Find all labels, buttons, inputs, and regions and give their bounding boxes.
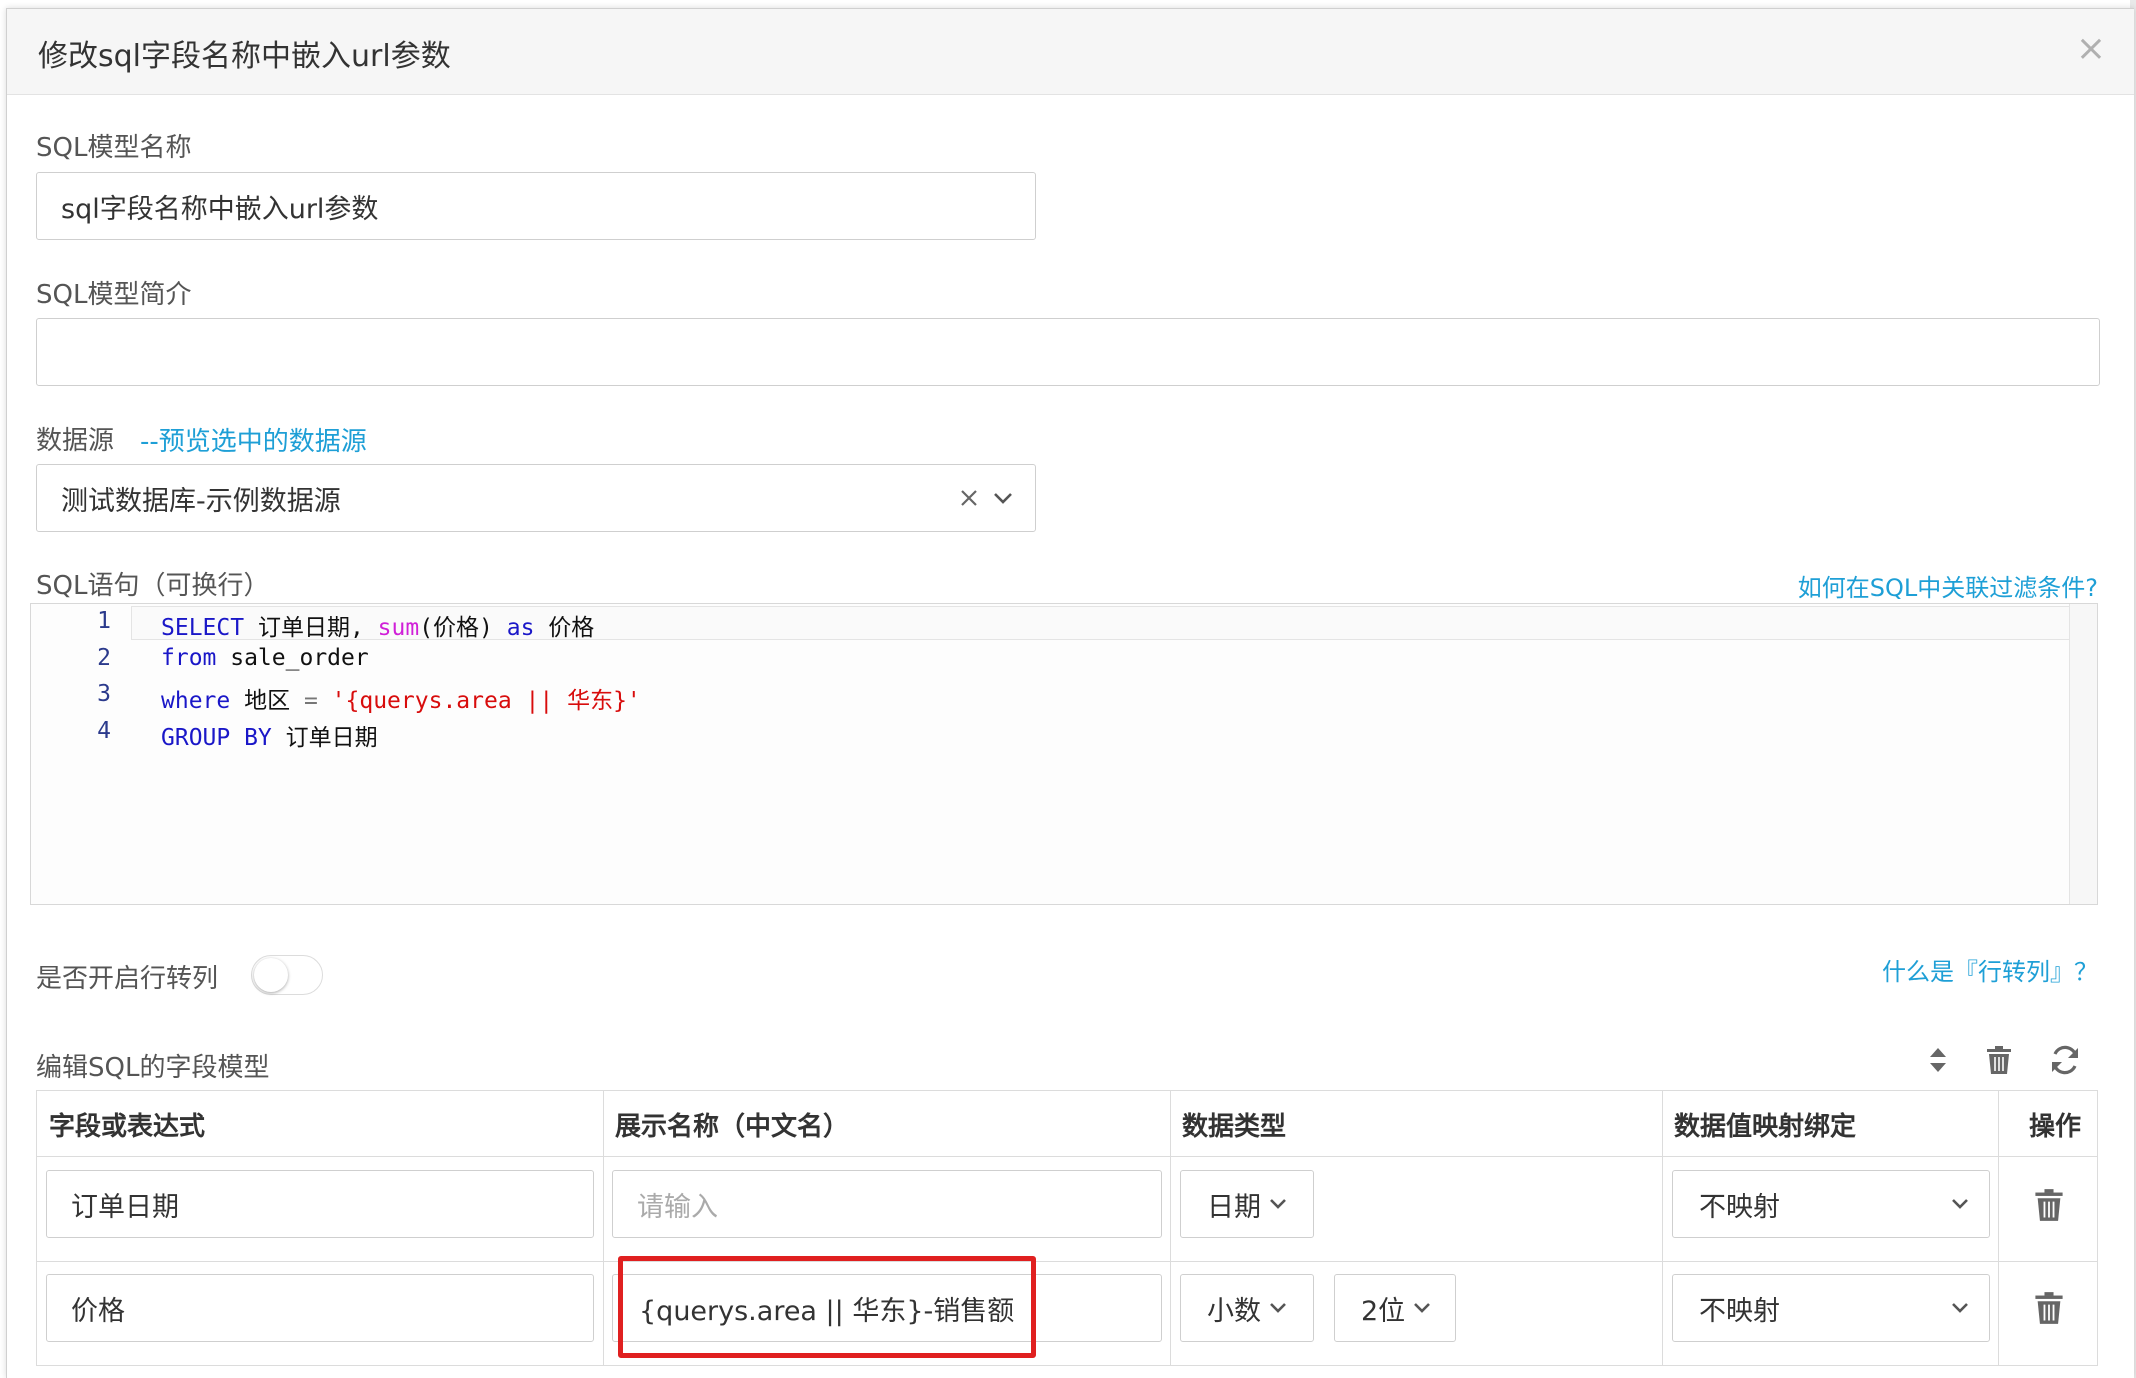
row2-data-type-value: 小数: [1207, 1295, 1261, 1327]
row1-mapping-select[interactable]: 不映射: [1672, 1170, 1990, 1238]
line-number-gutter: 1 2 3 4: [31, 604, 131, 904]
row1-display-name-input[interactable]: 请输入: [612, 1170, 1162, 1238]
fields-label: 编辑SQL的字段模型: [36, 1053, 270, 1083]
row1-delete-icon[interactable]: [2034, 1188, 2064, 1222]
code-token: sale_order: [216, 644, 369, 671]
refresh-icon[interactable]: [2045, 1042, 2085, 1078]
code-token: 价格: [534, 615, 595, 641]
code-line: where 地区 = '{querys.area || 华东}': [161, 681, 641, 715]
row2-precision-select[interactable]: 2位: [1334, 1274, 1456, 1342]
row1-field-input[interactable]: 订单日期: [46, 1170, 594, 1238]
row2-data-type-select[interactable]: 小数: [1180, 1274, 1314, 1342]
row1-mapping-value: 不映射: [1699, 1191, 1780, 1223]
chevron-down-icon: [1414, 1303, 1431, 1313]
dialog-title: 修改sql字段名称中嵌入url参数: [38, 39, 451, 74]
code-token: 地区: [230, 688, 304, 714]
sql-code-editor[interactable]: 1234 SELECT 订单日期, sum(价格) as 价格 from sale…: [30, 603, 2098, 905]
row2-mapping-select[interactable]: 不映射: [1672, 1274, 1990, 1342]
model-desc-input[interactable]: [36, 318, 2100, 386]
datasource-select[interactable]: 测试数据库-示例数据源: [36, 464, 1036, 532]
chevron-down-icon: [1270, 1303, 1286, 1313]
editor-scrollbar[interactable]: [2069, 604, 2097, 904]
code-token: '{querys.area || 华东}': [331, 688, 641, 714]
row2-field-input[interactable]: 价格: [46, 1274, 594, 1342]
code-line: GROUP BY 订单日期: [161, 718, 378, 752]
pivot-toggle[interactable]: [251, 955, 323, 995]
clear-icon[interactable]: [959, 488, 979, 508]
pivot-help-link[interactable]: 什么是『行转列』？: [1882, 952, 2098, 987]
pivot-label: 是否开启行转列: [36, 964, 219, 994]
close-icon[interactable]: ×: [2076, 31, 2106, 67]
row2-delete-icon[interactable]: [2034, 1291, 2064, 1325]
dialog-header: 修改sql字段名称中嵌入url参数 ×: [7, 9, 2134, 95]
model-name-value: sql字段名称中嵌入url参数: [61, 193, 379, 225]
sort-icon[interactable]: [1918, 1042, 1958, 1078]
chevron-down-icon: [1952, 1199, 1968, 1209]
code-token: =: [303, 688, 318, 714]
sql-help-link[interactable]: 如何在SQL中关联过滤条件?: [1798, 568, 2098, 603]
code-token: as: [506, 615, 535, 641]
code-token: where: [161, 688, 231, 714]
datasource-label: 数据源: [36, 426, 115, 456]
row1-field-value: 订单日期: [71, 1191, 179, 1223]
header-data-type: 数据类型: [1182, 1111, 1287, 1142]
line-number: 4: [97, 717, 111, 744]
row2-mapping-value: 不映射: [1699, 1295, 1780, 1327]
code-line: SELECT 订单日期, sum(价格) as 价格: [161, 608, 594, 642]
row1-data-type-select[interactable]: 日期: [1180, 1170, 1314, 1238]
header-display-name: 展示名称（中文名）: [615, 1111, 850, 1142]
line-number: 3: [97, 681, 111, 707]
row2-field-value: 价格: [71, 1295, 125, 1327]
chevron-down-icon: [1952, 1303, 1968, 1313]
model-name-label: SQL模型名称: [36, 133, 192, 163]
table-header: 字段或表达式 展示名称（中文名） 数据类型 数据值映射绑定 操作: [37, 1091, 2097, 1157]
line-number: 2: [97, 644, 111, 671]
code-token: GROUP BY: [161, 724, 272, 751]
row1-data-type-value: 日期: [1207, 1191, 1261, 1223]
header-mapping: 数据值映射绑定: [1674, 1111, 1857, 1142]
row2-precision-value: 2位: [1361, 1295, 1406, 1327]
row1-display-placeholder: 请输入: [637, 1191, 718, 1223]
sql-label: SQL语句（可换行）: [36, 571, 270, 601]
model-name-input[interactable]: sql字段名称中嵌入url参数: [36, 172, 1036, 240]
header-field: 字段或表达式: [49, 1111, 206, 1142]
datasource-value: 测试数据库-示例数据源: [61, 485, 341, 517]
header-action: 操作: [2029, 1111, 2082, 1142]
code-token: sum: [377, 615, 420, 641]
code-token: from: [161, 644, 217, 671]
line-number: 1: [97, 608, 111, 634]
chevron-down-icon[interactable]: [993, 491, 1013, 505]
trash-icon[interactable]: [1979, 1042, 2019, 1078]
chevron-down-icon: [1270, 1199, 1286, 1209]
toggle-knob: [254, 958, 288, 992]
code-line: from sale_order: [161, 645, 369, 671]
highlight-annotation-box: [618, 1256, 1036, 1358]
code-token: SELECT: [161, 615, 245, 641]
code-token: (价格): [419, 615, 507, 641]
code-token: 订单日期,: [244, 615, 378, 641]
preview-datasource-link[interactable]: --预览选中的数据源: [140, 421, 367, 458]
model-desc-label: SQL模型简介: [36, 280, 192, 310]
code-token: 订单日期: [271, 724, 378, 751]
